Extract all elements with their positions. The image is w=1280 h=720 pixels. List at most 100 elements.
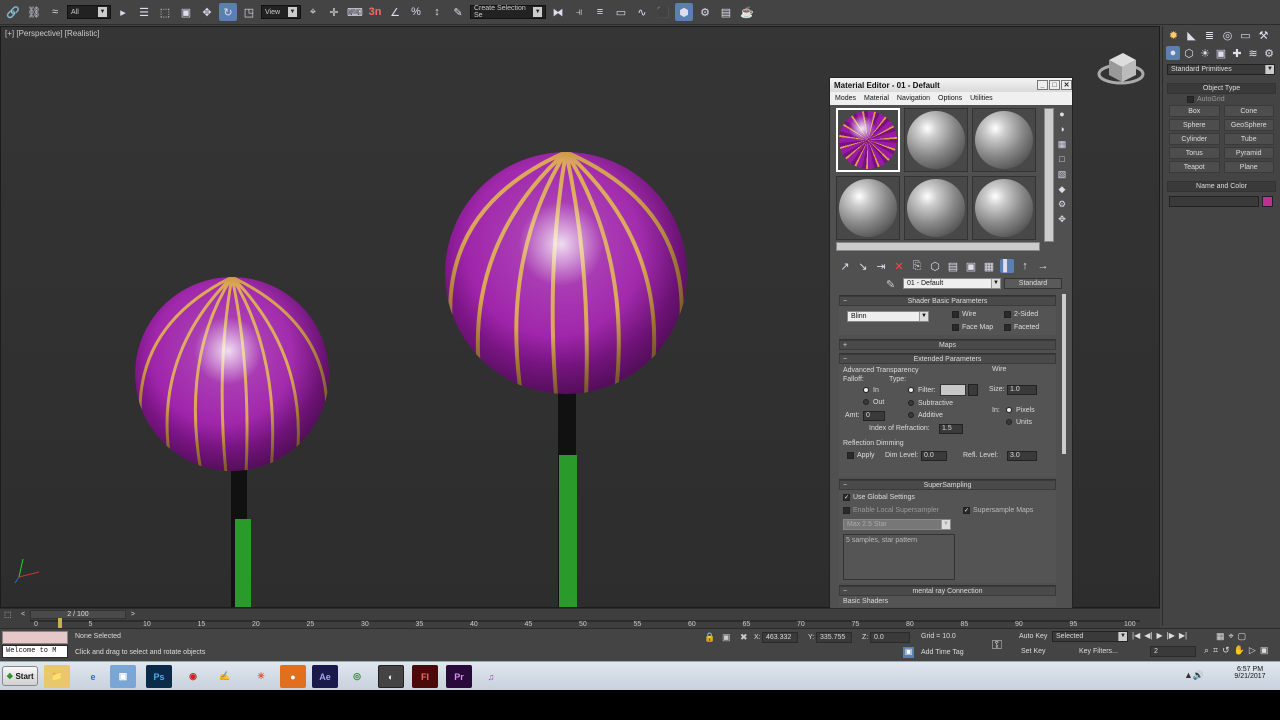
layer-manager-icon[interactable]: ≡ [591, 3, 609, 21]
sphere-button[interactable]: Sphere [1169, 119, 1220, 131]
maximize-viewport-icon[interactable]: ▣ [1260, 645, 1269, 656]
bind-spacewarp-icon[interactable]: ≈ [46, 3, 64, 21]
teapot-button[interactable]: Teapot [1169, 161, 1220, 173]
absolute-mode-icon[interactable]: ✖ [740, 632, 748, 643]
object-type-header[interactable]: Object Type [1167, 83, 1276, 94]
copy-material-icon[interactable]: ⎘ [910, 259, 924, 273]
backlight-icon[interactable]: ◑ [1056, 123, 1068, 135]
two-sided-checkbox[interactable] [1004, 311, 1011, 318]
next-frame-icon[interactable]: > [131, 611, 135, 619]
geosphere-button[interactable]: GeoSphere [1223, 119, 1274, 131]
menu-options[interactable]: Options [938, 95, 962, 102]
utilities-tab-icon[interactable]: ⚒ [1256, 28, 1271, 43]
time-config-icon[interactable]: ▦ [1216, 631, 1225, 642]
sphere-right[interactable] [445, 152, 687, 395]
manipulate-icon[interactable]: ✛ [325, 3, 343, 21]
align-icon[interactable]: ⫣ [570, 3, 588, 21]
zoom-icon[interactable]: ⌕ [1204, 645, 1209, 656]
enable-local-checkbox[interactable] [843, 507, 850, 514]
type-subtractive-radio[interactable] [908, 400, 914, 406]
background-icon[interactable]: ▦ [1056, 138, 1068, 150]
show-end-result-icon[interactable]: ▌ [1000, 259, 1014, 273]
y-coord-field[interactable]: 335.755 [816, 632, 852, 643]
photoshop-icon[interactable]: Ps [146, 665, 172, 688]
premiere-icon[interactable]: Pr [446, 665, 472, 688]
go-to-parent-icon[interactable]: ↑ [1018, 259, 1032, 273]
orbit-icon[interactable]: ↺ [1222, 645, 1230, 656]
helpers-icon[interactable]: ✚ [1230, 46, 1244, 60]
select-by-material-icon[interactable]: ✥ [1056, 213, 1068, 225]
angle-snap-icon[interactable]: ∠ [386, 3, 404, 21]
isolate-selection-icon[interactable]: ▣ [722, 632, 731, 643]
put-to-library-icon[interactable]: ▤ [946, 259, 960, 273]
shader-dropdown[interactable]: Blinn ▼ [847, 311, 929, 322]
app-swirl-icon[interactable]: ☀ [248, 665, 274, 688]
filter-map-button[interactable] [968, 384, 978, 396]
play-icon[interactable]: ▶ [1156, 631, 1162, 640]
type-filter-radio[interactable] [908, 387, 914, 393]
maximize-button[interactable]: □ [1049, 80, 1060, 90]
time-tag-icon[interactable]: ▣ [903, 647, 914, 658]
key-filters-button[interactable]: Key Filters... [1076, 647, 1132, 658]
dim-level-spinner[interactable]: 0.0 [921, 451, 947, 461]
show-map-icon[interactable]: ▦ [982, 259, 996, 273]
lights-icon[interactable]: ☀ [1198, 46, 1212, 60]
time-slider[interactable]: < 2 / 100 > [21, 610, 135, 619]
sampler-dropdown[interactable]: Max 2.5 Star ▼ [843, 519, 951, 530]
window-crossing-icon[interactable]: ▣ [177, 3, 195, 21]
filter-color-swatch[interactable] [940, 384, 966, 396]
link-icon[interactable]: 🔗 [4, 3, 22, 21]
auto-key-button[interactable]: Auto Key [1016, 632, 1052, 643]
named-selection-dropdown[interactable]: Create Selection Se ▼ [470, 5, 546, 19]
sample-slot-3[interactable] [972, 108, 1036, 172]
maxscript-listener[interactable] [2, 631, 68, 644]
cameras-icon[interactable]: ▣ [1214, 46, 1228, 60]
key-mode-dropdown[interactable]: Selected ▼ [1052, 631, 1128, 642]
move-icon[interactable]: ✥ [198, 3, 216, 21]
slots-vscrollbar[interactable] [1044, 108, 1054, 242]
wire-pixels-radio[interactable] [1006, 407, 1012, 413]
falloff-in-radio[interactable] [863, 387, 869, 393]
wire-size-spinner[interactable]: 1.0 [1007, 385, 1037, 395]
menu-material[interactable]: Material [864, 95, 889, 102]
assign-to-selection-icon[interactable]: ⇥ [874, 259, 888, 273]
tube-button[interactable]: Tube [1223, 133, 1274, 145]
object-color-swatch[interactable] [1262, 196, 1273, 207]
set-key-button[interactable]: Set Key [1018, 647, 1052, 658]
tray-icons[interactable]: ▲🔊 [1184, 670, 1204, 681]
viewcube-icon[interactable] [1097, 53, 1145, 85]
maps-header[interactable]: + Maps [839, 340, 1056, 350]
amount-spinner[interactable]: 0 [863, 411, 885, 421]
clock[interactable]: 6:57 PM 9/21/2017 [1226, 666, 1274, 680]
wire-checkbox[interactable] [952, 311, 959, 318]
refl-level-spinner[interactable]: 3.0 [1007, 451, 1037, 461]
fov-icon[interactable]: ▷ [1249, 645, 1256, 656]
modify-tab-icon[interactable]: ◣ [1184, 28, 1199, 43]
z-coord-field[interactable]: 0.0 [870, 632, 910, 643]
edit-named-sel-icon[interactable]: ✎ [449, 3, 467, 21]
sample-type-icon[interactable]: ● [1056, 108, 1068, 120]
video-color-icon[interactable]: ▧ [1056, 168, 1068, 180]
ribbon-icon[interactable]: ▭ [612, 3, 630, 21]
close-button[interactable]: ✕ [1061, 80, 1072, 90]
minimize-button[interactable]: _ [1037, 80, 1048, 90]
add-time-tag[interactable]: Add Time Tag [918, 648, 986, 659]
media-player-icon[interactable]: ◉ [180, 665, 206, 688]
falloff-out-radio[interactable] [863, 399, 869, 405]
autogrid-checkbox[interactable] [1187, 96, 1194, 103]
pivot-center-icon[interactable]: ⌖ [304, 3, 322, 21]
faceted-checkbox[interactable] [1004, 324, 1011, 331]
plane-button[interactable]: Plane [1223, 161, 1274, 173]
name-color-header[interactable]: Name and Color [1167, 181, 1276, 192]
media-app-icon[interactable]: ♫ [478, 665, 504, 688]
menu-navigation[interactable]: Navigation [897, 95, 930, 102]
chrome-icon[interactable]: ◎ [344, 665, 370, 688]
zoom-all-icon[interactable]: ⌗ [1213, 645, 1218, 656]
lock-selection-icon[interactable]: 🔒 [704, 632, 715, 643]
cone-button[interactable]: Cone [1223, 105, 1274, 117]
spacewarps-icon[interactable]: ≋ [1246, 46, 1260, 60]
mini-curve-icon[interactable]: ⬚ [4, 610, 22, 619]
apply-checkbox[interactable] [847, 452, 854, 459]
menu-utilities[interactable]: Utilities [970, 95, 993, 102]
torus-button[interactable]: Torus [1169, 147, 1220, 159]
